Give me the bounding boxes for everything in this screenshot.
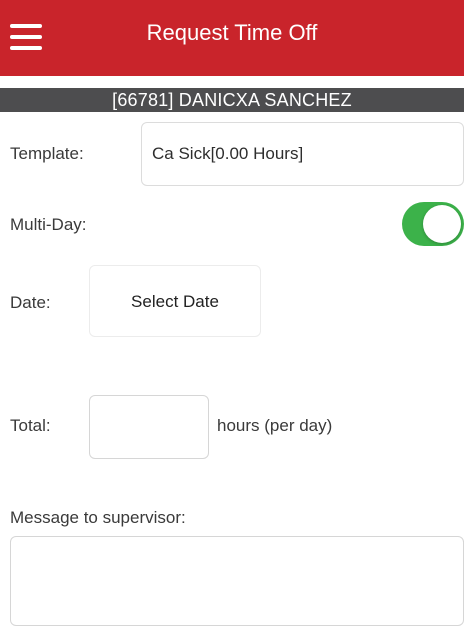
app-header: Request Time Off <box>0 0 464 76</box>
multiday-label: Multi-Day: <box>10 215 87 234</box>
page-title: Request Time Off <box>146 20 318 45</box>
toggle-knob <box>423 205 461 243</box>
message-label: Message to supervisor: <box>10 508 186 527</box>
total-label: Total: <box>10 416 51 435</box>
select-date-button[interactable]: Select Date <box>89 265 261 337</box>
hours-unit-label: hours (per day) <box>217 416 333 435</box>
date-label: Date: <box>10 293 51 312</box>
total-hours-input[interactable] <box>89 395 209 459</box>
message-textarea[interactable] <box>10 536 464 626</box>
employee-banner: [66781] DANICXA SANCHEZ <box>0 88 464 112</box>
template-label: Template: <box>10 144 84 163</box>
multiday-toggle[interactable] <box>402 202 464 246</box>
template-select[interactable]: Ca Sick[0.00 Hours] <box>141 122 464 186</box>
